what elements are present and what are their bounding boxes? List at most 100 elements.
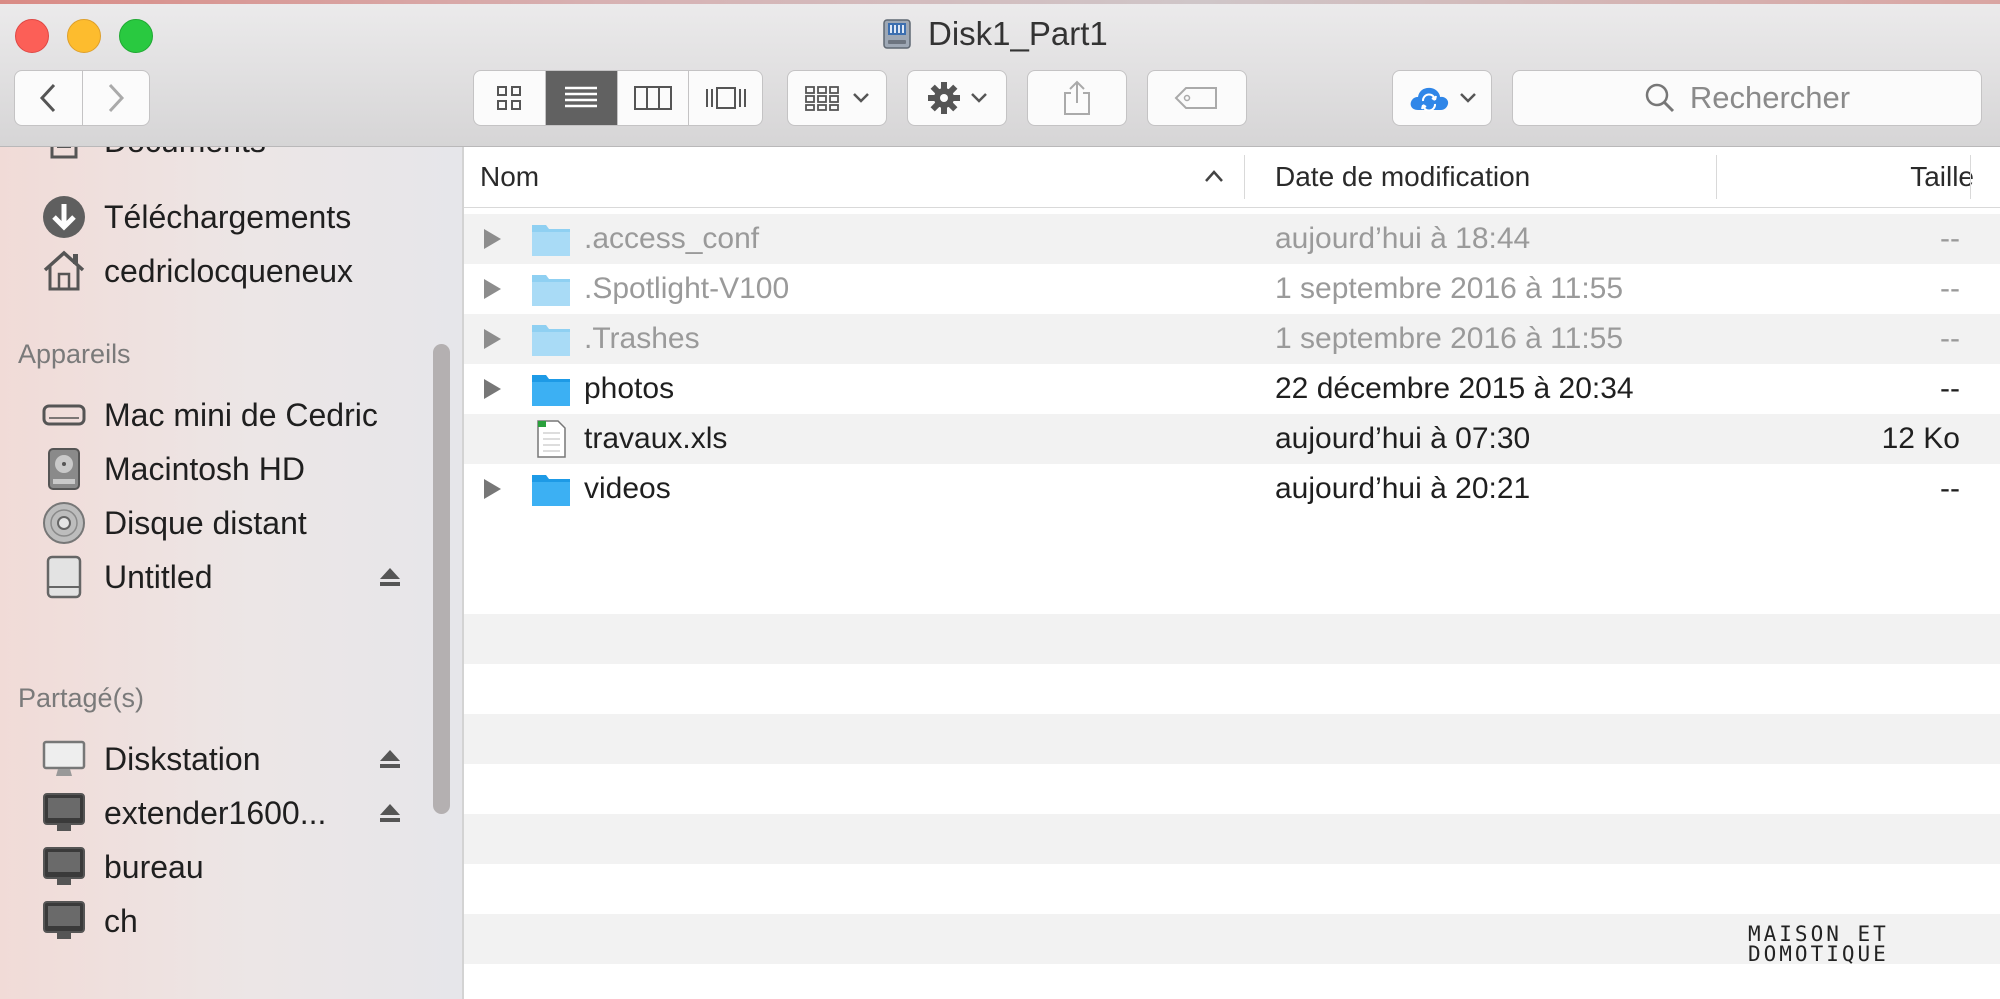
sidebar: Documents Téléchargements cedriclocquene… <box>0 147 464 999</box>
minimize-window-button[interactable] <box>67 19 101 53</box>
search-placeholder: Rechercher <box>1689 80 1851 115</box>
chevron-down-icon <box>853 93 869 103</box>
cover-flow-view-button[interactable] <box>689 71 762 125</box>
chevron-left-icon <box>40 83 56 113</box>
file-date: aujourd’hui à 20:21 <box>1275 472 1531 505</box>
mac-mini-icon <box>40 391 88 439</box>
disk-icon <box>883 19 911 49</box>
column-separator[interactable] <box>1970 155 1971 199</box>
chevron-down-icon <box>971 93 987 103</box>
forward-button[interactable] <box>83 71 150 125</box>
sidebar-section-shared: Partagé(s) <box>18 683 145 713</box>
zoom-window-button[interactable] <box>119 19 153 53</box>
sort-ascending-icon <box>1205 170 1223 182</box>
list-view-button[interactable] <box>545 71 618 125</box>
file-size: -- <box>1940 322 1960 355</box>
window-title: Disk1_Part1 <box>880 14 1108 54</box>
watermark-line-2: DOMOTIQUE <box>1748 942 1889 966</box>
disclosure-triangle-icon[interactable] <box>484 329 501 349</box>
file-row-spotlight[interactable]: .Spotlight-V100 1 septembre 2016 à 11:55… <box>464 264 2000 314</box>
sidebar-item-mac-mini[interactable]: Mac mini de Cedric <box>0 387 462 443</box>
empty-row-stripe <box>464 814 2000 864</box>
file-row-videos[interactable]: videos aujourd’hui à 20:21 -- <box>464 464 2000 514</box>
sidebar-item-extender[interactable]: extender1600... <box>0 785 462 841</box>
folder-icon <box>532 475 570 506</box>
downloads-icon <box>40 193 88 241</box>
column-header-date-label: Date de modification <box>1275 161 1531 192</box>
sidebar-item-home[interactable]: cedriclocqueneux <box>0 243 462 299</box>
file-date: 1 septembre 2016 à 11:55 <box>1275 322 1624 355</box>
eject-icon[interactable] <box>378 731 402 787</box>
icloud-button[interactable] <box>1392 70 1492 126</box>
chevron-right-icon <box>108 83 124 113</box>
close-window-button[interactable] <box>15 19 49 53</box>
file-row-photos[interactable]: photos 22 décembre 2015 à 20:34 -- <box>464 364 2000 414</box>
home-icon <box>40 247 88 295</box>
search-field[interactable]: Rechercher <box>1512 70 1982 126</box>
sidebar-item-bureau[interactable]: bureau <box>0 839 462 895</box>
sidebar-item-label: extender1600... <box>104 794 327 831</box>
column-view-button[interactable] <box>618 71 690 125</box>
column-separator[interactable] <box>1244 155 1245 199</box>
monitor-icon <box>40 789 88 837</box>
column-header-size[interactable]: Taille <box>1910 147 1974 207</box>
tag-icon <box>1174 87 1217 109</box>
share-button[interactable] <box>1027 70 1127 126</box>
column-header-date[interactable]: Date de modification <box>1275 147 1530 207</box>
sidebar-item-label: Untitled <box>104 558 213 595</box>
file-row-trashes[interactable]: .Trashes 1 septembre 2016 à 11:55 -- <box>464 314 2000 364</box>
column-header: Nom Date de modification Taille <box>464 147 2000 208</box>
icon-view-button[interactable] <box>474 71 546 125</box>
sidebar-item-label: bureau <box>104 848 204 885</box>
window-top-strip <box>0 0 2000 4</box>
sidebar-item-macintosh-hd[interactable]: Macintosh HD <box>0 441 462 497</box>
sidebar-item-label: ch <box>104 902 138 939</box>
file-row-access-conf[interactable]: .access_conf aujourd’hui à 18:44 -- <box>464 214 2000 264</box>
column-separator[interactable] <box>1716 155 1717 199</box>
sidebar-scrollbar[interactable] <box>433 344 450 814</box>
sidebar-item-downloads[interactable]: Téléchargements <box>0 189 462 245</box>
file-size: -- <box>1940 372 1960 405</box>
sidebar-item-documents[interactable]: Documents <box>0 147 462 169</box>
empty-row-stripe <box>464 714 2000 764</box>
file-name: photos <box>584 372 675 405</box>
arrange-button[interactable] <box>787 70 887 126</box>
monitor-icon <box>40 897 88 945</box>
hard-drive-icon <box>40 445 88 493</box>
back-button[interactable] <box>15 71 83 125</box>
eject-icon[interactable] <box>378 785 402 841</box>
sidebar-item-untitled[interactable]: Untitled <box>0 549 462 605</box>
spreadsheet-file-icon <box>537 420 566 458</box>
sidebar-item-label: Documents <box>104 147 266 160</box>
sidebar-section-devices: Appareils <box>18 339 131 369</box>
view-mode-control <box>473 70 763 126</box>
grid-icon <box>497 86 522 110</box>
watermark-line-1: MAISON ET <box>1748 922 1889 946</box>
disclosure-triangle-icon[interactable] <box>484 229 501 249</box>
display-icon <box>40 735 88 783</box>
window-title-text: Disk1_Part1 <box>928 15 1108 52</box>
file-list: Nom Date de modification Taille .access_… <box>464 147 2000 999</box>
chevron-down-icon <box>1460 93 1476 103</box>
gear-icon <box>928 82 960 114</box>
file-size: -- <box>1940 222 1960 255</box>
sidebar-item-diskstation[interactable]: Diskstation <box>0 731 462 787</box>
file-name: .access_conf <box>584 222 760 255</box>
disclosure-triangle-icon[interactable] <box>484 479 501 499</box>
disclosure-triangle-icon[interactable] <box>484 279 501 299</box>
eject-icon[interactable] <box>378 549 402 605</box>
sidebar-item-label: Téléchargements <box>104 198 352 235</box>
column-header-name[interactable]: Nom <box>480 147 539 207</box>
sidebar-item-label: Macintosh HD <box>104 450 305 487</box>
file-row-travaux[interactable]: travaux.xls aujourd’hui à 07:30 12 Ko <box>464 414 2000 464</box>
action-menu-button[interactable] <box>907 70 1007 126</box>
columns-icon <box>633 86 672 110</box>
sidebar-item-ch[interactable]: ch <box>0 893 462 949</box>
disclosure-triangle-icon[interactable] <box>484 379 501 399</box>
sidebar-item-label: cedriclocqueneux <box>104 252 354 289</box>
folder-icon <box>532 375 570 406</box>
optical-disc-icon <box>40 499 88 547</box>
sidebar-item-remote-disc[interactable]: Disque distant <box>0 495 462 551</box>
tags-button[interactable] <box>1147 70 1247 126</box>
arrange-grid-icon <box>805 86 839 111</box>
